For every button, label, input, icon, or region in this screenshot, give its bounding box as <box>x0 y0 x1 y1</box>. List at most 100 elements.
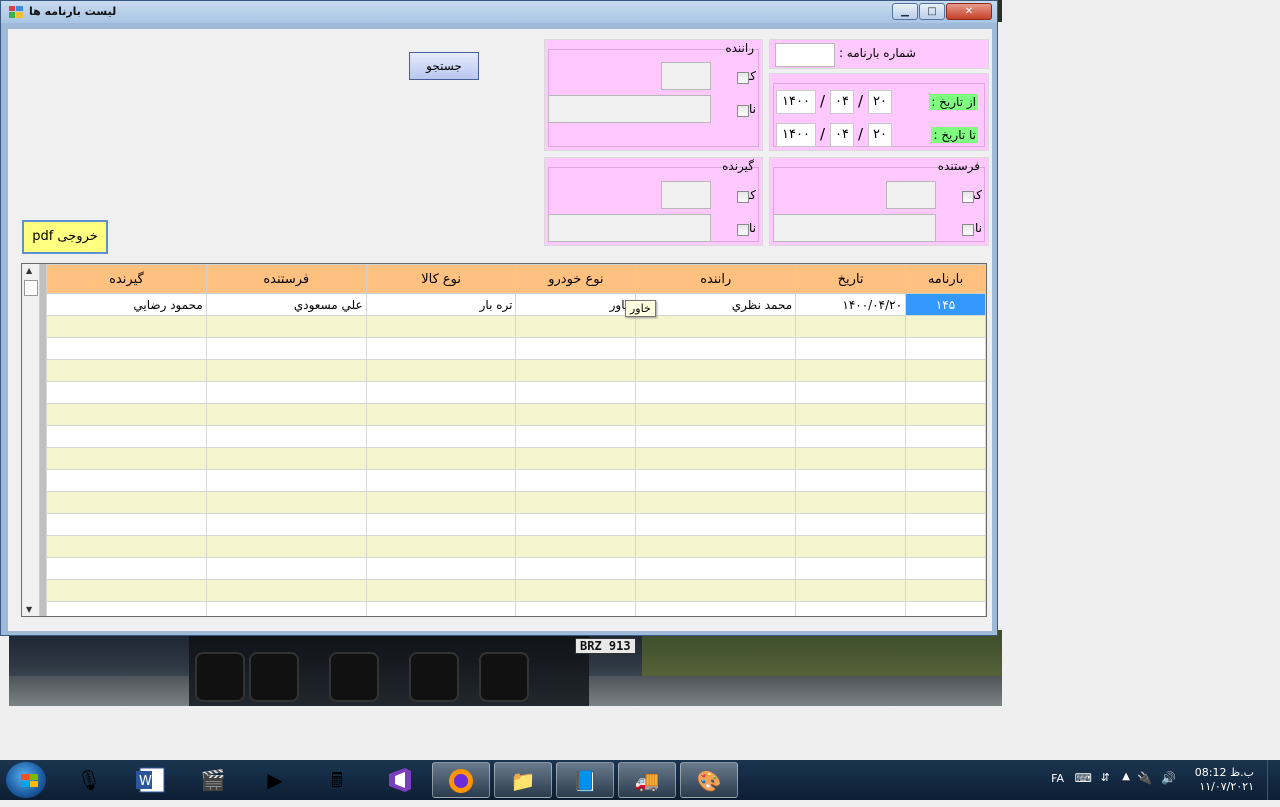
cell-receiver[interactable]: محمود رضايي <box>46 293 207 316</box>
microphone-app-icon[interactable]: 🎙 <box>60 762 118 798</box>
cell-driver[interactable]: محمد نظري <box>635 293 797 316</box>
minimize-button[interactable]: ▁ <box>892 3 918 20</box>
column-header-driver[interactable]: راننده <box>635 264 797 294</box>
sender-code-checkbox[interactable] <box>962 191 974 203</box>
waybill-grid[interactable]: ▲ ▼ گيرنده فرستنده نوع كالا نوع خودرو را… <box>21 263 987 617</box>
waybill-list-window: ليست بارنامه ها ▁ □ ✕ شماره بارنامه : از… <box>0 0 998 636</box>
taskbar: 🎙 W 🎬 ▶ 🖩 📁 📘 🚚 🎨 FA ⌨ ⇵ ▲ 🔌 🔊 ب.ظ 08:12… <box>0 760 1280 800</box>
maximize-button[interactable]: □ <box>919 3 945 20</box>
column-header-receiver[interactable]: گيرنده <box>46 264 207 294</box>
receiver-panel: گيرنده كد نام <box>544 157 763 246</box>
column-header-waybill[interactable]: بارنامه <box>905 264 986 294</box>
license-plate: BRZ 913 <box>575 638 636 654</box>
driver-name-checkbox[interactable] <box>737 105 749 117</box>
sender-name-input[interactable] <box>773 214 936 242</box>
table-row[interactable] <box>46 513 986 536</box>
cell-waybill[interactable]: ۱۴۵ <box>905 293 986 316</box>
window-title: ليست بارنامه ها <box>29 5 117 18</box>
svg-text:W: W <box>139 774 152 789</box>
driver-panel: راننده كد نام <box>544 39 763 151</box>
clock-time: ب.ظ 08:12 <box>1194 766 1254 779</box>
file-explorer-app-icon[interactable]: 📁 <box>494 762 552 798</box>
waybill-number-panel: شماره بارنامه : <box>769 39 989 69</box>
from-date-day-input[interactable]: ۲۰ <box>868 90 892 114</box>
keyboard-icon[interactable]: ⌨ <box>1075 771 1092 785</box>
language-indicator[interactable]: FA <box>1051 772 1064 785</box>
title-bar[interactable]: ليست بارنامه ها ▁ □ ✕ <box>1 1 997 23</box>
to-date-year-input[interactable]: ۱۴۰۰ <box>776 123 816 147</box>
export-pdf-button[interactable]: خروجی pdf <box>22 220 108 254</box>
table-row[interactable] <box>46 469 986 492</box>
system-clock[interactable]: ب.ظ 08:12 ۱۱/۰۷/۲۰۲۱ <box>1195 766 1254 794</box>
sender-panel: فرستنده كد نام <box>769 157 989 246</box>
scroll-thumb[interactable] <box>24 280 38 296</box>
visual-studio-app-icon[interactable] <box>370 762 428 798</box>
cell-sender[interactable]: علي مسعودي <box>205 293 367 316</box>
table-row[interactable] <box>46 579 986 602</box>
start-button[interactable] <box>6 762 46 798</box>
sender-code-input[interactable] <box>886 181 936 209</box>
calculator-app-icon[interactable]: 🖩 <box>308 762 366 798</box>
search-button[interactable]: جستجو <box>409 52 479 80</box>
table-row[interactable] <box>46 359 986 382</box>
table-row[interactable] <box>46 447 986 470</box>
tray-menu-icon[interactable]: ⇵ <box>1101 771 1110 784</box>
from-date-year-input[interactable]: ۱۴۰۰ <box>776 90 816 114</box>
waybill-app-icon[interactable]: 🚚 <box>618 762 676 798</box>
show-hidden-icons-icon[interactable]: ▲ <box>1122 771 1130 782</box>
table-row[interactable] <box>46 337 986 360</box>
cell-date[interactable]: ۱۴۰۰/۰۴/۲۰ <box>795 293 907 316</box>
table-row[interactable] <box>46 315 986 338</box>
receiver-code-checkbox[interactable] <box>737 191 749 203</box>
driver-code-input[interactable] <box>661 62 711 90</box>
column-header-date[interactable]: تاريخ <box>795 264 907 294</box>
cell-vehicle-type[interactable]: خاور <box>515 293 637 316</box>
driver-name-input[interactable] <box>548 95 711 123</box>
media-player-app-icon[interactable]: ▶ <box>246 762 304 798</box>
scroll-down-icon[interactable]: ▼ <box>26 605 32 614</box>
movie-maker-app-icon[interactable]: 🎬 <box>184 762 242 798</box>
paint-app-icon[interactable]: 🎨 <box>680 762 738 798</box>
column-header-cargo-type[interactable]: نوع كالا <box>365 264 517 294</box>
waybill-number-input[interactable] <box>775 43 835 67</box>
waybill-number-label: شماره بارنامه : <box>838 46 916 60</box>
column-header-sender[interactable]: فرستنده <box>205 264 367 294</box>
power-icon[interactable]: 🔌 <box>1137 771 1152 785</box>
table-row[interactable] <box>46 491 986 514</box>
from-date-month-input[interactable]: ۰۴ <box>830 90 854 114</box>
show-desktop-button[interactable] <box>1267 760 1280 800</box>
table-row[interactable] <box>46 403 986 426</box>
sender-name-checkbox[interactable] <box>962 224 974 236</box>
grid-vertical-scrollbar[interactable]: ▲ ▼ <box>22 264 40 616</box>
receiver-panel-title: گيرنده <box>722 159 754 173</box>
volume-icon[interactable]: 🔊 <box>1161 771 1176 785</box>
scroll-up-icon[interactable]: ▲ <box>26 266 32 275</box>
to-date-month-input[interactable]: ۰۴ <box>830 123 854 147</box>
app-window-icon <box>9 6 23 18</box>
sender-panel-title: فرستنده <box>937 159 980 173</box>
receiver-name-checkbox[interactable] <box>737 224 749 236</box>
table-row[interactable] <box>46 535 986 558</box>
word-app-icon[interactable]: W <box>122 762 180 798</box>
window-client-area: شماره بارنامه : از تاريخ : ۲۰ / ۰۴ / ۱۴۰… <box>8 29 992 631</box>
notebook-app-icon[interactable]: 📘 <box>556 762 614 798</box>
receiver-code-input[interactable] <box>661 181 711 209</box>
driver-panel-title: راننده <box>725 41 754 55</box>
column-header-vehicle-type[interactable]: نوع خودرو <box>515 264 637 294</box>
cell-tooltip: خاور <box>625 300 656 317</box>
from-date-separator-2: / <box>820 92 826 110</box>
table-header-row: گيرنده فرستنده نوع كالا نوع خودرو راننده… <box>46 264 986 294</box>
cell-cargo-type[interactable]: تره بار <box>365 293 517 316</box>
clock-date: ۱۱/۰۷/۲۰۲۱ <box>1199 780 1254 793</box>
to-date-separator-2: / <box>820 125 826 143</box>
table-row[interactable] <box>46 425 986 448</box>
to-date-day-input[interactable]: ۲۰ <box>868 123 892 147</box>
table-row[interactable] <box>46 601 986 616</box>
receiver-name-input[interactable] <box>548 214 711 242</box>
table-row[interactable] <box>46 381 986 404</box>
table-row[interactable] <box>46 557 986 580</box>
table-row[interactable]: محمود رضايي علي مسعودي تره بار خاور محمد… <box>46 293 986 316</box>
close-button[interactable]: ✕ <box>946 3 992 20</box>
firefox-app-icon[interactable] <box>432 762 490 798</box>
driver-code-checkbox[interactable] <box>737 72 749 84</box>
